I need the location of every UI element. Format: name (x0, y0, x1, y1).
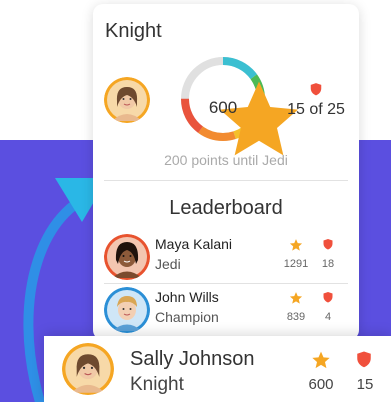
entry-name: Maya Kalani (155, 236, 233, 252)
rank-title: Knight (105, 20, 162, 42)
star-icon (312, 351, 330, 369)
star-icon (289, 239, 303, 251)
avatar (62, 343, 114, 395)
shield-icon (357, 351, 371, 368)
app-screen: Knight 600 15 of 25 200 points until Jed… (0, 0, 391, 402)
entry-points: 1291 (283, 258, 309, 270)
divider (104, 180, 348, 181)
profile-card: Knight 600 15 of 25 200 points until Jed… (93, 4, 359, 340)
current-user-bar[interactable]: Sally Johnson Knight 600 15 (44, 336, 391, 402)
entry-rank: Champion (155, 309, 219, 325)
leaderboard-title: Leaderboard (169, 197, 283, 219)
entry-points: 839 (286, 311, 306, 323)
shield-icon (323, 292, 333, 303)
list-item[interactable]: John Wills Champion 839 4 (93, 285, 359, 335)
points-until-next: 200 points until Jedi (164, 152, 288, 168)
user-points: 600 (308, 376, 334, 393)
divider (104, 283, 348, 284)
avatar (104, 234, 150, 280)
user-rank: Knight (130, 374, 184, 395)
avatar[interactable] (104, 77, 150, 123)
badge-count: 15 of 25 (287, 101, 345, 118)
shield-icon (323, 239, 333, 250)
entry-rank: Jedi (155, 256, 181, 272)
user-name: Sally Johnson (130, 348, 255, 370)
entry-name: John Wills (155, 289, 219, 305)
avatar (104, 287, 150, 333)
entry-badges: 18 (321, 258, 335, 270)
star-icon (289, 292, 303, 304)
entry-badges: 4 (324, 311, 332, 323)
user-badges: 15 (356, 376, 374, 393)
shield-icon (310, 83, 322, 96)
star-icon (220, 81, 298, 156)
points-value: 600 (208, 98, 238, 117)
progress-ring: 600 (178, 54, 298, 156)
list-item[interactable]: Maya Kalani Jedi 1291 18 (93, 232, 359, 282)
